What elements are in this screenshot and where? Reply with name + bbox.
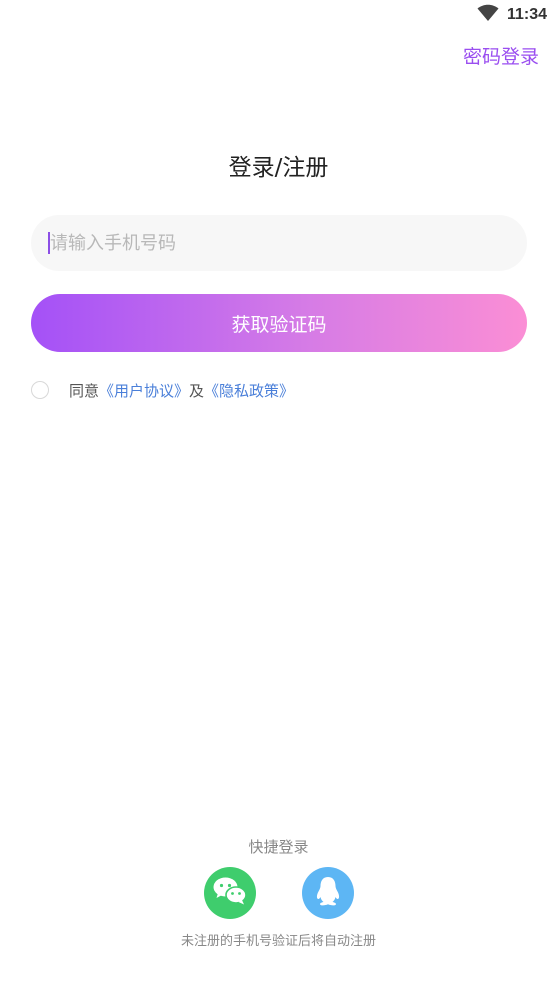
auto-register-note: 未注册的手机号验证后将自动注册 [180, 934, 376, 949]
agreement-row: 同意 《用户协议》 及 《隐私政策》 [31, 379, 294, 401]
wechat-login-button[interactable] [204, 867, 256, 919]
quick-login-title: 快捷登录 [248, 838, 309, 856]
agreement-prefix: 同意 [69, 381, 100, 400]
user-agreement-link[interactable]: 《用户协议》 [99, 380, 189, 401]
wifi-icon [477, 4, 499, 26]
status-bar: 11:34 [0, 0, 557, 30]
password-login-link[interactable]: 密码登录 [463, 42, 539, 69]
phone-input[interactable] [47, 215, 510, 271]
wechat-icon [212, 876, 248, 910]
qq-login-button[interactable] [302, 867, 354, 919]
status-right: 11:34 [477, 4, 547, 26]
agreement-and: 及 [189, 381, 205, 400]
agreement-checkbox[interactable] [31, 381, 49, 399]
phone-input-container [31, 215, 527, 271]
get-code-button[interactable]: 获取验证码 [31, 294, 527, 352]
page-title: 登录/注册 [228, 155, 329, 181]
qq-icon [315, 875, 341, 911]
privacy-policy-link[interactable]: 《隐私政策》 [204, 380, 294, 401]
status-time: 11:34 [506, 6, 547, 23]
